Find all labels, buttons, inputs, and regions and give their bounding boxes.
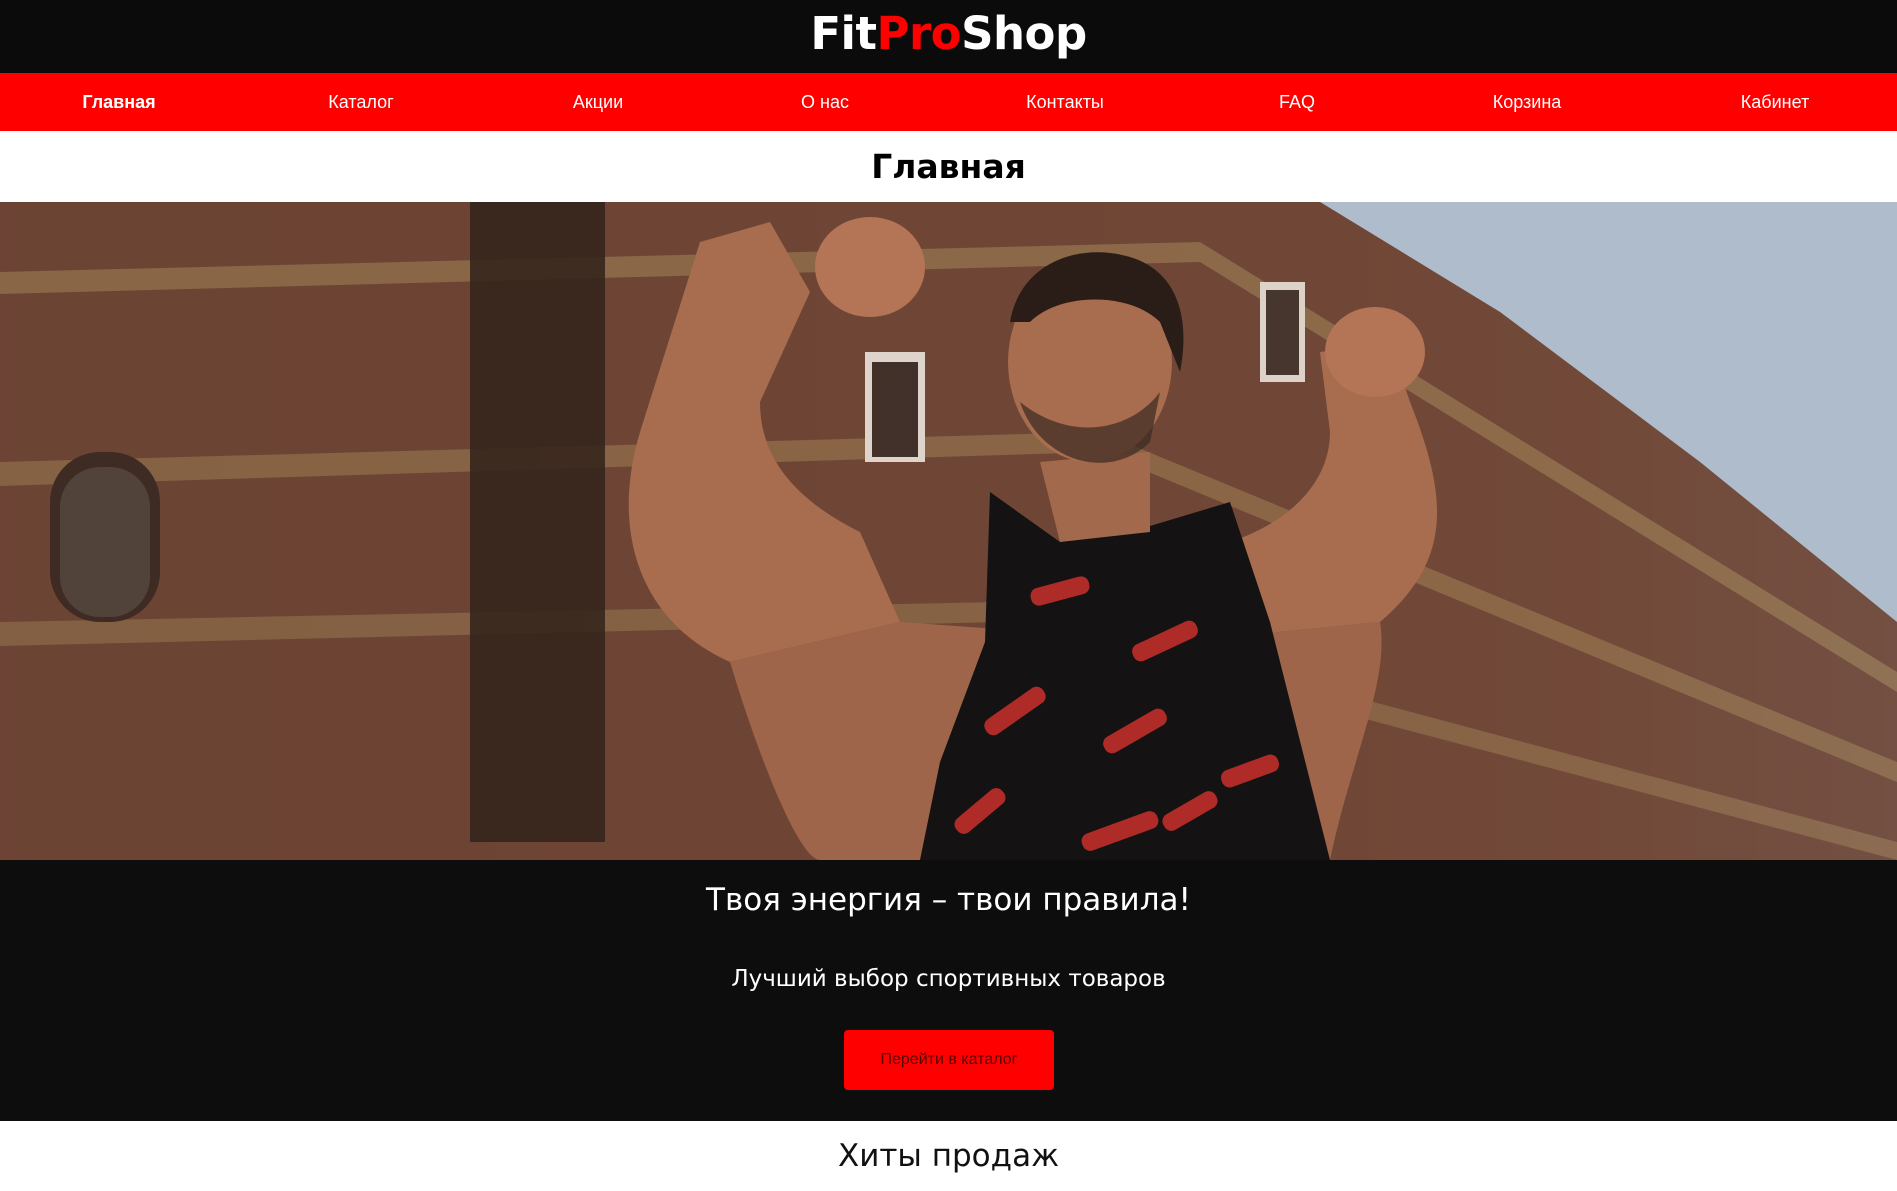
nav-item-contacts[interactable]: Контакты xyxy=(1026,73,1104,131)
logo-part-pro: Pro xyxy=(876,7,962,60)
nav-item-faq[interactable]: FAQ xyxy=(1279,73,1315,131)
nav-item-home[interactable]: Главная xyxy=(82,73,155,131)
site-logo[interactable]: FitProShop xyxy=(810,11,1087,56)
bestsellers-title: Хиты продаж xyxy=(837,1138,1060,1174)
promo-subtitle: Лучший выбор спортивных товаров xyxy=(731,966,1166,992)
hero-image xyxy=(0,202,1897,860)
site-header: FitProShop xyxy=(0,0,1897,73)
main-nav: Главная Каталог Акции О нас Контакты FAQ… xyxy=(0,73,1897,131)
nav-item-cart[interactable]: Корзина xyxy=(1493,73,1562,131)
nav-item-about[interactable]: О нас xyxy=(801,73,849,131)
promo-banner: Твоя энергия – твои правила! Лучший выбо… xyxy=(0,860,1897,1121)
nav-item-promotions[interactable]: Акции xyxy=(573,73,623,131)
go-to-catalog-button[interactable]: Перейти в каталог xyxy=(844,1030,1054,1090)
page-title-bar: Главная xyxy=(0,131,1897,202)
logo-part-fit: Fit xyxy=(810,7,877,60)
page-title: Главная xyxy=(871,147,1026,186)
logo-part-shop: Shop xyxy=(961,7,1087,60)
nav-item-catalog[interactable]: Каталог xyxy=(328,73,393,131)
hero-illustration xyxy=(0,202,1897,860)
nav-item-account[interactable]: Кабинет xyxy=(1741,73,1809,131)
bestsellers-section: Хиты продаж xyxy=(0,1121,1897,1191)
promo-title: Твоя энергия – твои правила! xyxy=(706,882,1191,918)
